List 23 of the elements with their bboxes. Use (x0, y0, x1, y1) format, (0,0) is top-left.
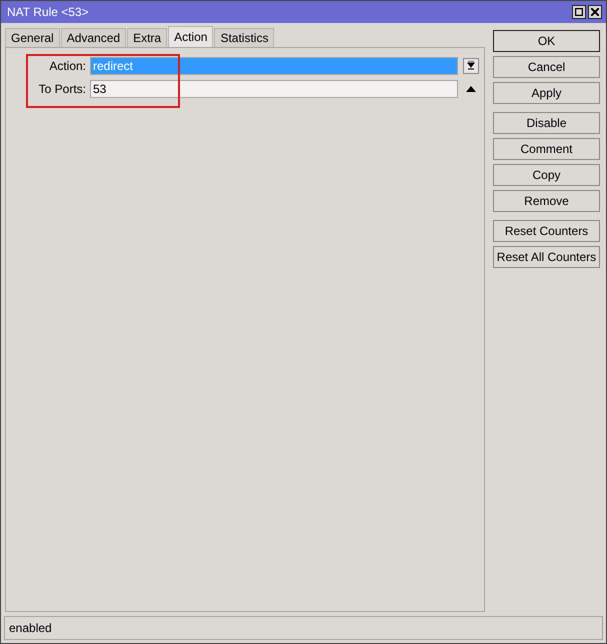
close-button[interactable] (588, 5, 602, 19)
dialog-button[interactable]: Remove (493, 190, 600, 212)
dialog-button[interactable]: Comment (493, 138, 600, 160)
dialog-button[interactable]: Cancel (493, 56, 600, 78)
tab[interactable]: Action (168, 26, 214, 47)
dropdown-arrow-icon (467, 61, 475, 70)
field-label: Action: (48, 58, 87, 72)
dialog-button[interactable]: Apply (493, 82, 600, 104)
tab[interactable]: General (5, 28, 60, 47)
tab[interactable]: Statistics (214, 28, 274, 47)
tab[interactable]: Advanced (60, 28, 126, 47)
maximize-button[interactable] (572, 5, 586, 19)
input-field[interactable]: 53 (90, 80, 458, 98)
dropdown-button[interactable] (463, 58, 479, 74)
dialog-button[interactable]: Copy (493, 164, 600, 186)
dialog-button[interactable]: Reset All Counters (493, 246, 600, 268)
status-text: enabled (9, 621, 52, 635)
dialog-button[interactable]: OK (493, 30, 600, 52)
tab[interactable]: Extra (127, 28, 168, 47)
dialog-button[interactable]: Disable (493, 112, 600, 134)
dialog-button[interactable]: Reset Counters (493, 220, 600, 242)
window-title: NAT Rule <53> (7, 5, 89, 19)
field-label: To Ports: (38, 82, 87, 96)
